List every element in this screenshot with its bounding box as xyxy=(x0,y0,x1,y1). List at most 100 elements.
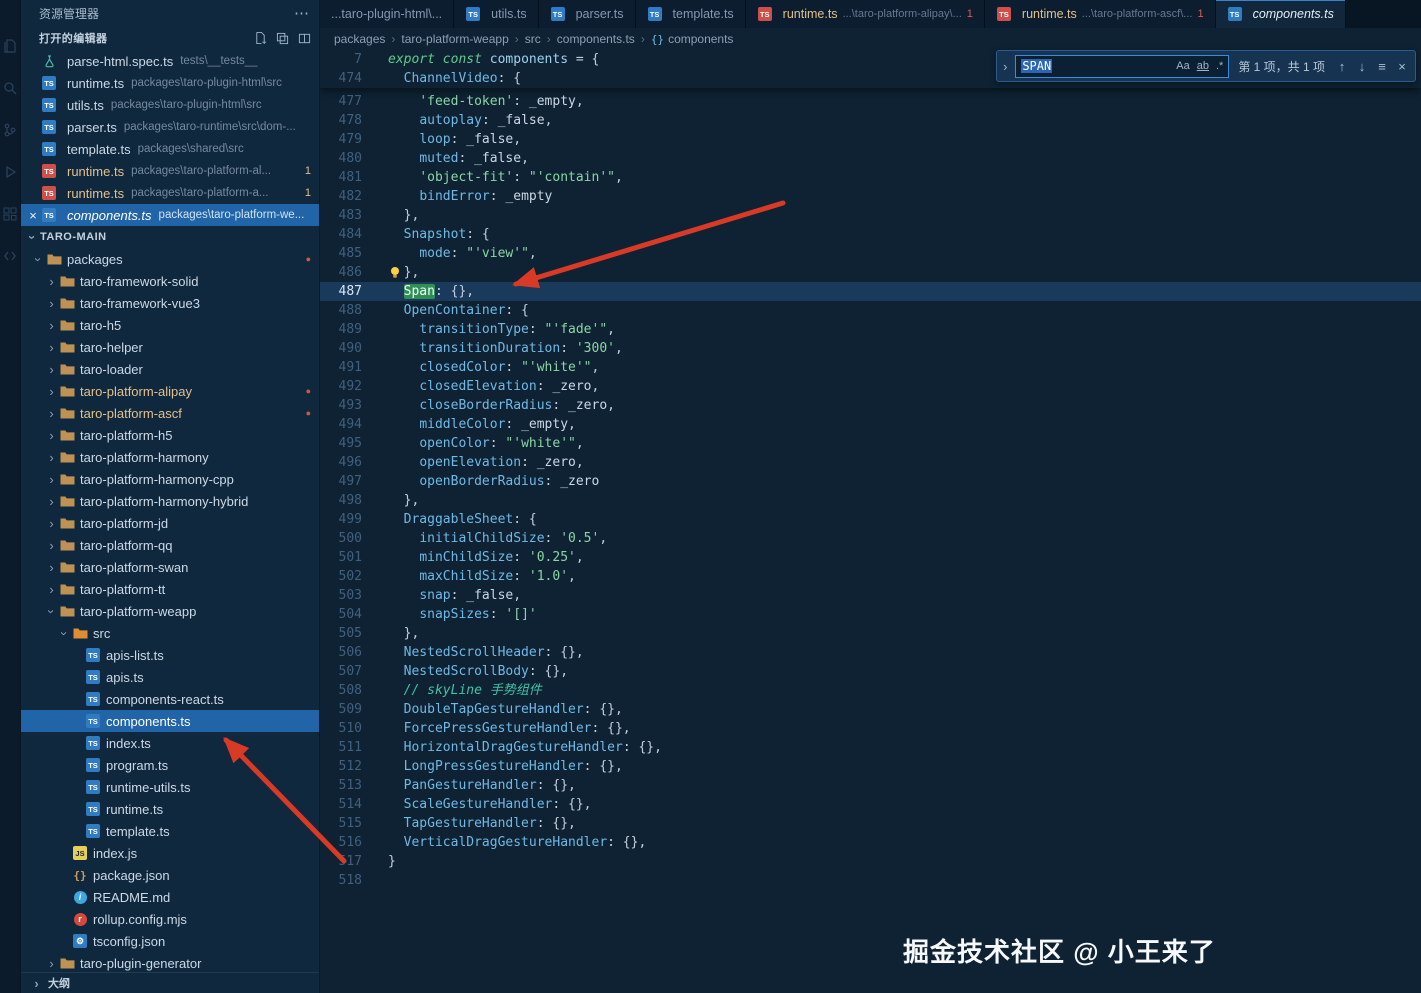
tree-item[interactable]: TSruntime-utils.ts xyxy=(21,776,319,798)
code-line[interactable]: 479 loop: _false, xyxy=(320,130,1421,149)
tree-item[interactable]: JSindex.js xyxy=(21,842,319,864)
tree-item[interactable]: ›taro-framework-vue3 xyxy=(21,292,319,314)
tree-item[interactable]: ›taro-platform-harmony-cpp xyxy=(21,468,319,490)
files-icon[interactable] xyxy=(2,38,18,54)
code-line[interactable]: 517} xyxy=(320,852,1421,871)
code-line[interactable]: 498 }, xyxy=(320,491,1421,510)
code-line[interactable]: 478 autoplay: _false, xyxy=(320,111,1421,130)
tree-item[interactable]: ›taro-h5 xyxy=(21,314,319,336)
save-all-icon[interactable] xyxy=(275,31,289,45)
find-previous-icon[interactable]: ↑ xyxy=(1334,59,1350,74)
code-line[interactable]: 516 VerticalDragGestureHandler: {}, xyxy=(320,833,1421,852)
open-editor-item[interactable]: ×TSparser.tspackages\taro-runtime\src\do… xyxy=(21,116,319,138)
remote-icon[interactable] xyxy=(2,248,18,264)
tree-item[interactable]: ›taro-platform-jd xyxy=(21,512,319,534)
tree-item[interactable]: TStemplate.ts xyxy=(21,820,319,842)
editor-tab[interactable]: ...taro-plugin-html\... xyxy=(320,0,454,28)
open-editor-item[interactable]: ×TSruntime.tspackages\taro-platform-al..… xyxy=(21,160,319,182)
breadcrumb-item[interactable]: components.ts xyxy=(557,32,635,46)
code-line[interactable]: 493 closeBorderRadius: _zero, xyxy=(320,396,1421,415)
open-editor-item[interactable]: ×TStemplate.tspackages\shared\src xyxy=(21,138,319,160)
editor-tab[interactable]: TSruntime.ts...\taro-platform-ascf\...1 xyxy=(985,0,1216,28)
open-editor-item[interactable]: ×TSutils.tspackages\taro-plugin-html\src xyxy=(21,94,319,116)
breadcrumb-item[interactable]: packages xyxy=(334,32,385,46)
tree-item[interactable]: ›taro-platform-harmony-hybrid xyxy=(21,490,319,512)
code-line[interactable]: 507 NestedScrollBody: {}, xyxy=(320,662,1421,681)
tree-item[interactable]: ›taro-platform-alipay● xyxy=(21,380,319,402)
more-actions-icon[interactable]: ⋯ xyxy=(294,4,309,22)
open-editor-item[interactable]: ×TSruntime.tspackages\taro-platform-a...… xyxy=(21,182,319,204)
code-line[interactable]: 484 Snapshot: { xyxy=(320,225,1421,244)
tree-item[interactable]: ›taro-plugin-generator xyxy=(21,952,319,972)
code-line[interactable]: 485 mode: "'view'", xyxy=(320,244,1421,263)
code-line[interactable]: 487 Span: {}, xyxy=(320,282,1421,301)
code-line[interactable]: 511 HorizontalDragGestureHandler: {}, xyxy=(320,738,1421,757)
editor[interactable]: 477 'feed-token': _empty,478 autoplay: _… xyxy=(320,50,1421,993)
code-line[interactable]: 515 TapGestureHandler: {}, xyxy=(320,814,1421,833)
code-line[interactable]: 506 NestedScrollHeader: {}, xyxy=(320,643,1421,662)
find-input[interactable]: SPAN Aa ab .* xyxy=(1015,55,1229,78)
code-line[interactable]: 481 'object-fit': "'contain'", xyxy=(320,168,1421,187)
code-line[interactable]: 488 OpenContainer: { xyxy=(320,301,1421,320)
code-line[interactable]: 480 muted: _false, xyxy=(320,149,1421,168)
tree-item[interactable]: ›taro-loader xyxy=(21,358,319,380)
code-line[interactable]: 499 DraggableSheet: { xyxy=(320,510,1421,529)
breadcrumb-item[interactable]: src xyxy=(525,32,541,46)
whole-word-toggle[interactable]: ab xyxy=(1197,60,1209,72)
open-editor-item[interactable]: ×TSruntime.tspackages\taro-plugin-html\s… xyxy=(21,72,319,94)
tree-item[interactable]: ›taro-framework-solid xyxy=(21,270,319,292)
code-line[interactable]: 505 }, xyxy=(320,624,1421,643)
project-section-header[interactable]: › TARO-MAIN xyxy=(21,226,319,248)
code-line[interactable]: 513 PanGestureHandler: {}, xyxy=(320,776,1421,795)
code-line[interactable]: 491 closedColor: "'white'", xyxy=(320,358,1421,377)
code-line[interactable]: 482 bindError: _empty xyxy=(320,187,1421,206)
regex-toggle[interactable]: .* xyxy=(1216,60,1223,72)
editor-tab[interactable]: TSparser.ts xyxy=(539,0,636,28)
tree-item[interactable]: ›taro-helper xyxy=(21,336,319,358)
tree-item[interactable]: TScomponents-react.ts xyxy=(21,688,319,710)
tree-item[interactable]: rrollup.config.mjs xyxy=(21,908,319,930)
tree-item[interactable]: ⚙tsconfig.json xyxy=(21,930,319,952)
source-control-icon[interactable] xyxy=(2,122,18,138)
code-line[interactable]: 518 xyxy=(320,871,1421,890)
tree-item[interactable]: ›taro-platform-swan xyxy=(21,556,319,578)
code-line[interactable]: 486 }, xyxy=(320,263,1421,282)
tree-item[interactable]: iREADME.md xyxy=(21,886,319,908)
tree-item[interactable]: TSapis.ts xyxy=(21,666,319,688)
tree-item[interactable]: ›taro-platform-ascf● xyxy=(21,402,319,424)
code-line[interactable]: 489 transitionType: "'fade'", xyxy=(320,320,1421,339)
match-case-toggle[interactable]: Aa xyxy=(1176,60,1189,72)
tree-item[interactable]: TScomponents.ts xyxy=(21,710,319,732)
editor-tab[interactable]: TScomponents.ts xyxy=(1216,0,1346,28)
search-icon[interactable] xyxy=(2,80,18,96)
code-line[interactable]: 503 snap: _false, xyxy=(320,586,1421,605)
code-line[interactable]: 497 openBorderRadius: _zero xyxy=(320,472,1421,491)
close-icon[interactable]: × xyxy=(25,208,41,223)
open-editors-header[interactable]: 打开的编辑器 xyxy=(21,26,319,50)
outline-section-header[interactable]: › 大纲 xyxy=(21,972,319,993)
code-line[interactable]: 490 transitionDuration: '300', xyxy=(320,339,1421,358)
code-line[interactable]: 494 middleColor: _empty, xyxy=(320,415,1421,434)
editor-layout-icon[interactable] xyxy=(297,31,311,45)
tree-item[interactable]: ›taro-platform-h5 xyxy=(21,424,319,446)
find-next-icon[interactable]: ↓ xyxy=(1354,59,1370,74)
tree-item[interactable]: ›taro-platform-tt xyxy=(21,578,319,600)
tree-item[interactable]: ›packages● xyxy=(21,248,319,270)
tree-item[interactable]: TSapis-list.ts xyxy=(21,644,319,666)
code-line[interactable]: 508 // skyLine 手势组件 xyxy=(320,681,1421,700)
code-line[interactable]: 495 openColor: "'white'", xyxy=(320,434,1421,453)
open-editor-item[interactable]: ×TScomponents.tspackages\taro-platform-w… xyxy=(21,204,319,226)
code-line[interactable]: 512 LongPressGestureHandler: {}, xyxy=(320,757,1421,776)
debug-icon[interactable] xyxy=(2,164,18,180)
code-line[interactable]: 504 snapSizes: '[]' xyxy=(320,605,1421,624)
new-file-icon[interactable] xyxy=(253,31,267,45)
tree-item[interactable]: {}package.json xyxy=(21,864,319,886)
tree-item[interactable]: ›taro-platform-qq xyxy=(21,534,319,556)
tree-item[interactable]: ›taro-platform-weapp xyxy=(21,600,319,622)
breadcrumb-item[interactable]: taro-platform-weapp xyxy=(401,32,508,46)
code-line[interactable]: 514 ScaleGestureHandler: {}, xyxy=(320,795,1421,814)
editor-tab[interactable]: TSruntime.ts...\taro-platform-alipay\...… xyxy=(746,0,985,28)
open-editor-item[interactable]: ×parse-html.spec.tstests\__tests__ xyxy=(21,50,319,72)
editor-tab[interactable]: TStemplate.ts xyxy=(636,0,746,28)
find-in-selection-icon[interactable]: ≡ xyxy=(1374,59,1390,74)
